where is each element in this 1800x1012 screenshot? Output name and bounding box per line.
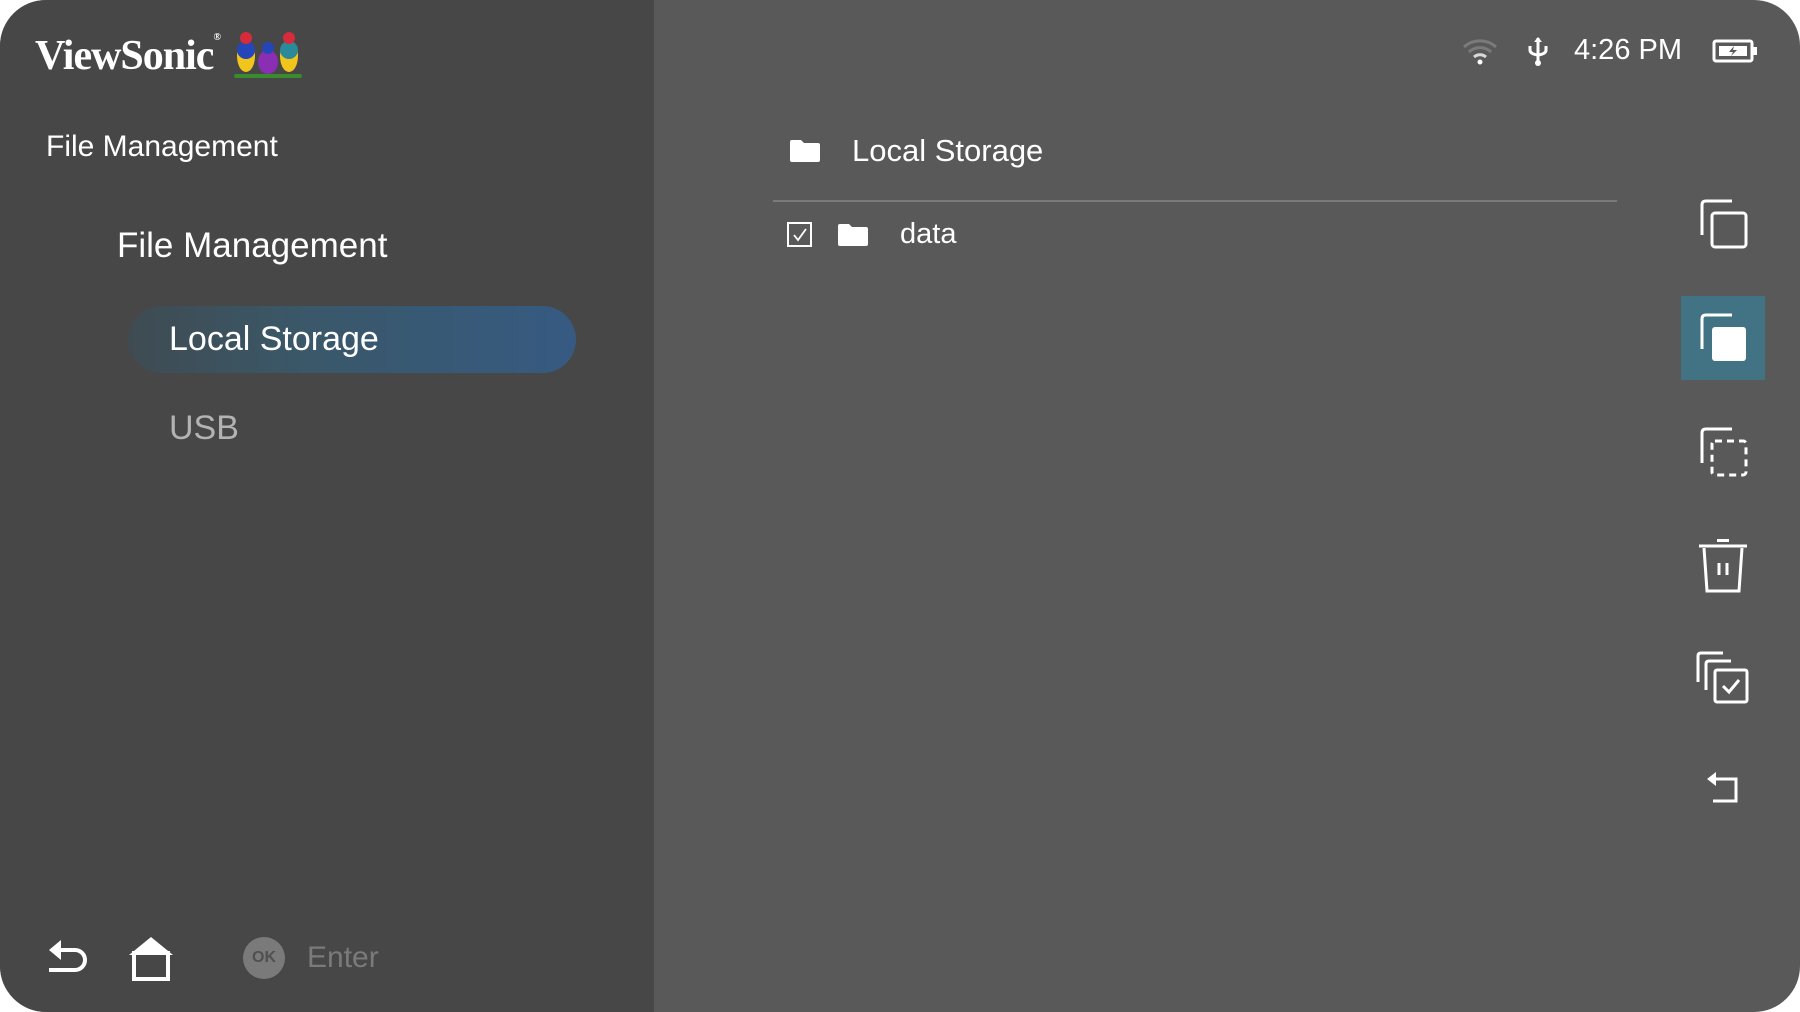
birds-logo-icon <box>233 32 302 78</box>
bottom-hints: OK Enter <box>45 935 379 981</box>
cut-button[interactable] <box>1681 410 1765 494</box>
sidebar-section-title: File Management <box>117 226 388 265</box>
file-checkbox[interactable] <box>787 222 812 247</box>
sidebar-item-usb[interactable]: USB <box>128 395 576 462</box>
paste-button[interactable] <box>1681 296 1765 380</box>
sidebar-title: File Management <box>46 130 278 163</box>
file-row[interactable]: data <box>787 218 956 251</box>
status-bar: 4:26 PM <box>1462 34 1758 67</box>
screen: ViewSonic® File Management File Manageme… <box>0 0 1800 1012</box>
brand-name-text: ViewSonic <box>35 33 214 79</box>
folder-icon <box>790 140 820 162</box>
folder-icon <box>838 223 868 246</box>
home-icon[interactable] <box>127 935 175 981</box>
sidebar-item-label: Local Storage <box>169 320 379 358</box>
registered-mark: ® <box>213 32 221 43</box>
delete-button[interactable] <box>1681 524 1765 608</box>
ok-badge: OK <box>243 937 285 979</box>
divider <box>773 200 1617 202</box>
sidebar: ViewSonic® File Management File Manageme… <box>0 0 654 1012</box>
cut-icon <box>1700 427 1748 477</box>
copy-icon <box>1700 199 1748 249</box>
back-icon[interactable] <box>45 938 89 978</box>
clock: 4:26 PM <box>1574 34 1682 66</box>
select-all-icon <box>1696 651 1749 704</box>
paste-icon <box>1700 313 1746 361</box>
return-icon <box>1707 772 1738 803</box>
brand-logo: ViewSonic® <box>35 30 304 82</box>
enter-hint: Enter <box>307 941 379 974</box>
copy-button[interactable] <box>1681 182 1765 266</box>
battery-charging-icon <box>1712 39 1757 62</box>
return-button[interactable] <box>1681 746 1765 830</box>
file-name: data <box>900 218 957 250</box>
select-all-button[interactable] <box>1681 636 1765 720</box>
wifi-icon <box>1463 38 1497 64</box>
sidebar-item-local-storage[interactable]: Local Storage <box>128 306 576 373</box>
checkmark-icon <box>792 227 807 241</box>
breadcrumb: Local Storage <box>790 133 1043 169</box>
trash-icon <box>1699 539 1747 593</box>
sidebar-item-label: USB <box>169 409 239 447</box>
breadcrumb-label: Local Storage <box>852 133 1044 168</box>
usb-icon <box>1528 36 1548 66</box>
brand-name: ViewSonic® <box>35 32 221 80</box>
